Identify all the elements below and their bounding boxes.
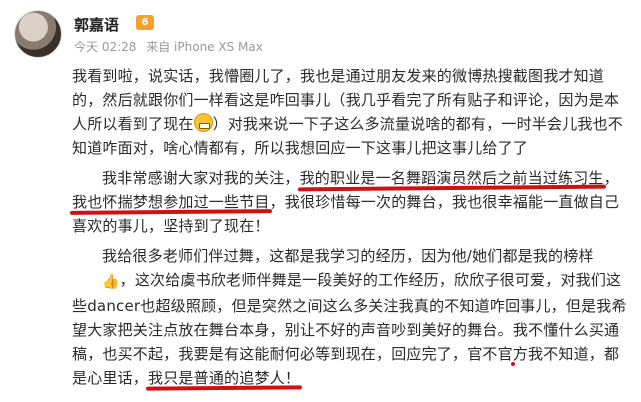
paragraph-2-text-a: 我非常感谢大家对我的关注， — [102, 169, 300, 187]
post-body: 我看到啦，说实话，我懵圈儿了，我也是通过朋友发来的微博热搜截图我才知道的，然后就… — [72, 64, 632, 396]
post-header: 郭嘉语 6 今天 02:28 来自 iPhone XS Max — [14, 10, 614, 60]
post-time: 今天 02:28 — [74, 40, 137, 54]
vip-badge-icon: 6 — [136, 15, 154, 30]
paragraph-2: 我非常感谢大家对我的关注，我的职业是一名舞蹈演员然后之前当过练习生， 我也怀揣梦想… — [72, 166, 632, 238]
paragraph-3: 我给很多老师们伴过舞，这都是我学习的经历，因为他/她们都是我的榜样👍，这次给虞书… — [72, 244, 632, 390]
thumbs-up-icon: 👍 — [102, 274, 120, 290]
paragraph-3-text-a: 我给很多老师们伴过舞，这都是我学习的经历，因为他/她们都是我的榜样 — [102, 247, 594, 265]
underlined-phrase-dream: 我也怀揣梦想参加过一些节目 — [72, 193, 270, 211]
underlined-phrase-career: 我的职业是一名舞蹈演员然后之前当过练习生 — [299, 169, 604, 187]
avatar[interactable] — [14, 10, 62, 58]
author-name[interactable]: 郭嘉语 — [74, 14, 119, 35]
post-meta: 今天 02:28 来自 iPhone XS Max — [74, 38, 269, 55]
grinning-emoji-icon — [193, 113, 213, 132]
paragraph-1: 我看到啦，说实话，我懵圈儿了，我也是通过朋友发来的微博热搜截图我才知道的，然后就… — [72, 64, 632, 160]
underlined-phrase-dreamer: 我只是普通的追梦人！ — [148, 369, 301, 387]
paragraph-2-text-b: ， — [603, 169, 619, 187]
post-source: 来自 iPhone XS Max — [146, 40, 263, 54]
